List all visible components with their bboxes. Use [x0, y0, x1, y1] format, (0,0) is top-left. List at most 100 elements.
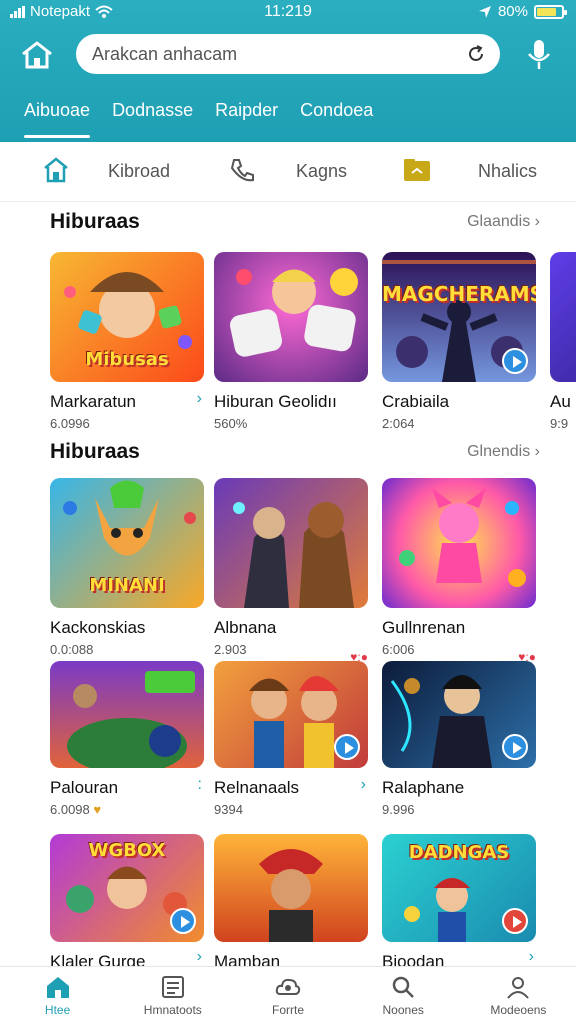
battery-icon [534, 4, 567, 19]
game-meta: 0.0:088 [50, 642, 94, 657]
play-icon[interactable] [502, 908, 528, 934]
game-thumbnail[interactable] [214, 478, 368, 608]
game-title: Albnana [214, 618, 277, 637]
tab-dodnasse[interactable]: Dodnasse [112, 92, 193, 142]
search-input[interactable] [92, 43, 466, 65]
list-icon [161, 976, 184, 998]
play-icon[interactable] [502, 348, 528, 374]
game-meta: 9:9 [550, 416, 569, 431]
game-card[interactable]: Mamban [214, 834, 368, 972]
game-thumbnail[interactable]: WGBOX [50, 834, 204, 942]
game-card[interactable]: Albnana 2.903 ♥:● [214, 478, 368, 664]
game-thumbnail[interactable] [214, 834, 368, 942]
game-meta: 6.0098 ♥ [50, 802, 102, 817]
tab-raipder[interactable]: Raipder [215, 92, 278, 142]
game-card[interactable]: Mibusas Markaratun 6.0996 › [50, 252, 204, 431]
game-card[interactable]: Palouran 6.0098 ♥ : [50, 661, 204, 817]
search-icon [392, 976, 415, 998]
game-thumbnail[interactable]: Mibusas [50, 252, 204, 382]
game-card[interactable]: Au 9:9 [550, 252, 576, 431]
play-icon[interactable] [502, 734, 528, 760]
game-meta: 6:006 [382, 642, 415, 657]
section-header: Hiburaas Glaandis › [50, 210, 540, 234]
refresh-icon[interactable] [466, 44, 486, 64]
folder-icon[interactable] [402, 156, 432, 184]
game-card[interactable]: DADNGAS Bioodan › [382, 834, 536, 972]
game-title: Gullnrenan [382, 618, 466, 637]
status-right: 80% [478, 3, 567, 20]
game-meta: 2:064 [382, 416, 415, 431]
play-icon[interactable] [334, 734, 360, 760]
nav-label: Modeoens [490, 1003, 547, 1017]
location-icon [478, 5, 491, 18]
game-title: Crabiaila [382, 392, 450, 411]
battery-percent: 80% [497, 3, 528, 20]
game-title: Relnanaals [214, 778, 300, 797]
game-title: Au [550, 392, 571, 411]
thumbnail-title: DADNGAS [408, 842, 510, 863]
game-meta: 560% [214, 416, 248, 431]
game-thumbnail[interactable]: MINANI [50, 478, 204, 608]
game-thumbnail[interactable]: DADNGAS [382, 834, 536, 942]
game-thumbnail[interactable]: MAGCHERAMS [382, 252, 536, 382]
game-thumbnail[interactable] [382, 661, 536, 768]
game-title: Kackonskias [50, 618, 146, 637]
game-card[interactable]: MAGCHERAMS Crabiaila 2:064 [382, 252, 536, 431]
game-card[interactable]: Gullnrenan 6:006 ♥:● [382, 478, 536, 664]
category-kibroad[interactable]: Kibroad [108, 161, 170, 182]
game-thumbnail[interactable] [550, 252, 576, 382]
search-bar[interactable] [76, 34, 500, 74]
app-screen: Notepakt 11:219 80% Aibuoae Dodnasse Rai… [0, 0, 576, 1024]
game-thumbnail[interactable] [214, 661, 368, 768]
mic-icon[interactable] [524, 38, 554, 72]
cloud-icon [275, 978, 301, 995]
game-thumbnail[interactable] [50, 661, 204, 768]
thumbnail-title: MINANI [89, 575, 165, 596]
home-icon[interactable] [42, 156, 70, 184]
nav-forrte[interactable]: Forrte [230, 967, 345, 1024]
nav-modeoens[interactable]: Modeoens [461, 967, 576, 1024]
thumbnail-title: WGBOX [88, 840, 166, 861]
category-kagns[interactable]: Kagns [296, 161, 347, 182]
game-card[interactable]: Relnanaals 9394 › [214, 661, 368, 817]
see-all-link[interactable]: Glaandis › [467, 213, 540, 231]
thumbnail-title: MAGCHERAMS [382, 282, 536, 306]
game-meta: 6.0996 [50, 416, 90, 431]
game-card[interactable]: WGBOX Klaler Gurge › [50, 834, 204, 972]
tab-aibuoae[interactable]: Aibuoae [24, 92, 91, 142]
game-card[interactable]: Ralaphane 9.996 [382, 661, 536, 817]
nav-label: Hmnatoots [143, 1003, 202, 1017]
section-title: Hiburaas [50, 440, 140, 463]
game-card[interactable]: MINANI Kackonskias 0.0:088 [50, 478, 204, 657]
game-thumbnail[interactable] [214, 252, 368, 382]
top-tab-bar: Aibuoae Dodnasse Raipder Condoea [0, 92, 576, 142]
status-bar: Notepakt 11:219 80% [0, 0, 576, 26]
more-icon[interactable]: : [198, 776, 202, 794]
tab-condoea[interactable]: Condoea [300, 92, 373, 142]
chevron-right-icon[interactable]: › [197, 948, 202, 966]
game-card[interactable]: Hiburan Geolidıı 560% [214, 252, 368, 431]
chevron-right-icon[interactable]: › [529, 948, 534, 966]
phone-icon[interactable] [228, 156, 256, 184]
category-bar: Kibroad Kagns Nhalics [0, 142, 576, 202]
game-title: Hiburan Geolidıı [214, 392, 337, 411]
nav-label: Noones [382, 1003, 424, 1017]
section-title: Hiburaas [50, 210, 140, 233]
profile-icon [507, 977, 530, 999]
game-thumbnail[interactable] [382, 478, 536, 608]
chevron-right-icon[interactable]: › [197, 390, 202, 408]
nav-hmnatoots[interactable]: Hmnatoots [115, 967, 230, 1024]
nav-home[interactable]: Htee [0, 967, 115, 1024]
app-header: Notepakt 11:219 80% Aibuoae Dodnasse Rai… [0, 0, 576, 142]
game-title: Ralaphane [382, 778, 465, 797]
play-icon[interactable] [170, 908, 196, 934]
home-icon[interactable] [20, 40, 54, 70]
category-nhalics[interactable]: Nhalics [478, 161, 537, 182]
game-title: Markaratun [50, 392, 136, 411]
chevron-right-icon[interactable]: › [361, 776, 366, 794]
nav-noones[interactable]: Noones [346, 967, 461, 1024]
thumbnail-title: Mibusas [85, 349, 169, 370]
see-all-link[interactable]: Glnendis › [467, 443, 540, 461]
bottom-nav: Htee Hmnatoots Forrte Noones Modeoens [0, 966, 576, 1024]
nav-label: Forrte [272, 1003, 305, 1017]
